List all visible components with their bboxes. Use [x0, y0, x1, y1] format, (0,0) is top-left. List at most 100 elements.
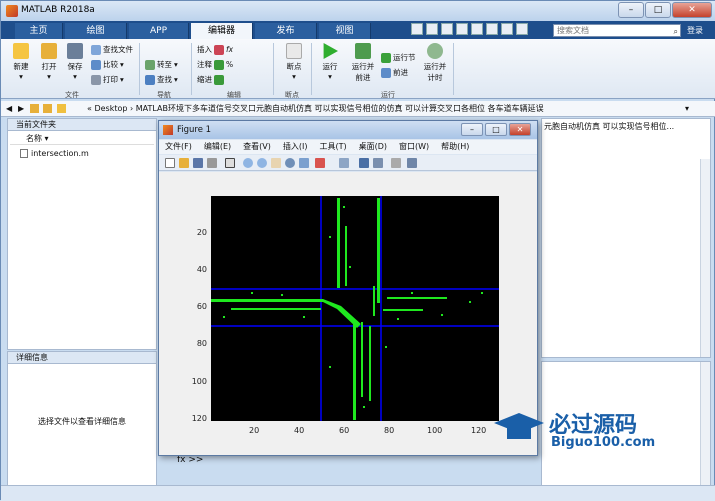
- rotate-3d-icon[interactable]: [285, 158, 295, 168]
- minimize-button[interactable]: –: [618, 2, 644, 18]
- file-group-label: 文件: [65, 91, 79, 99]
- insert-button[interactable]: 插入 fx: [197, 44, 233, 55]
- figure-maximize-button[interactable]: □: [485, 123, 507, 136]
- print-button[interactable]: 打印 ▾: [91, 74, 124, 85]
- menu-tools[interactable]: 工具(T): [313, 140, 352, 154]
- run-button[interactable]: 运行 ▾: [317, 43, 343, 81]
- browse-folder-icon[interactable]: [43, 104, 52, 113]
- data-cursor-icon[interactable]: [299, 158, 309, 168]
- file-item[interactable]: intersection.m: [20, 149, 89, 158]
- search-icon[interactable]: ⌕: [674, 26, 678, 37]
- run-advance-icon: [355, 43, 371, 59]
- x-tick-label: 20: [249, 426, 260, 435]
- find-button[interactable]: 查找 ▾: [145, 74, 178, 85]
- figure-close-button[interactable]: ✕: [509, 123, 531, 136]
- run-and-advance-button[interactable]: 运行并前进: [349, 43, 377, 83]
- editor-scrollbar[interactable]: [700, 159, 710, 357]
- current-path[interactable]: « Desktop › MATLAB环境下多车道信号交叉口元胞自动机仿真 可以实…: [87, 101, 544, 116]
- copy-icon[interactable]: [441, 23, 453, 35]
- compare-button[interactable]: 比较 ▾: [91, 59, 124, 70]
- current-folder-panel: 当前文件夹 名称 ▾ intersection.m: [7, 118, 157, 350]
- undo-icon[interactable]: [471, 23, 483, 35]
- watermark: 必过源码 Biguo100.com: [489, 405, 679, 455]
- tab-apps[interactable]: APP: [129, 23, 189, 39]
- y-tick-label: 40: [196, 265, 207, 274]
- x-tick-label: 80: [384, 426, 395, 435]
- menu-file[interactable]: 文件(F): [159, 140, 198, 154]
- colorbar-icon[interactable]: [359, 158, 369, 168]
- run-play-icon: [323, 43, 338, 59]
- new-icon: [13, 43, 29, 59]
- save-figure-icon[interactable]: [193, 158, 203, 168]
- help-icon[interactable]: [516, 23, 528, 35]
- run-and-time-button[interactable]: 运行并计时: [421, 43, 449, 83]
- close-button[interactable]: ✕: [672, 2, 712, 18]
- back-arrow-icon[interactable]: ◀: [6, 101, 12, 116]
- figure-menu-bar: 文件(F) 编辑(E) 查看(V) 插入(I) 工具(T) 桌面(D) 窗口(W…: [159, 140, 537, 154]
- x-tick-label: 60: [339, 426, 350, 435]
- figure-minimize-button[interactable]: –: [461, 123, 483, 136]
- run-section-button[interactable]: 运行节: [381, 52, 416, 63]
- tab-publish[interactable]: 发布: [255, 23, 317, 39]
- save-button[interactable]: 保存 ▾: [63, 43, 87, 81]
- x-tick-label: 100: [427, 426, 443, 435]
- sign-in-link[interactable]: 登录: [687, 25, 703, 36]
- edit-group-label: 编辑: [227, 91, 241, 99]
- menu-edit[interactable]: 编辑(E): [198, 140, 237, 154]
- find-files-button[interactable]: 查找文件: [91, 44, 133, 55]
- figure-toolbar: [159, 155, 537, 171]
- workspace-scrollbar[interactable]: [700, 362, 710, 490]
- command-prompt[interactable]: fx >>: [177, 455, 203, 465]
- save-icon[interactable]: [411, 23, 423, 35]
- redo-icon[interactable]: [486, 23, 498, 35]
- details-panel: 详细信息 选择文件以查看详细信息: [7, 351, 157, 497]
- path-dropdown-icon[interactable]: ▾: [685, 101, 689, 116]
- link-plot-icon[interactable]: [339, 158, 349, 168]
- up-folder-icon[interactable]: [30, 104, 39, 113]
- menu-desktop[interactable]: 桌面(D): [353, 140, 393, 154]
- menu-view[interactable]: 查看(V): [237, 140, 277, 154]
- brush-icon[interactable]: [315, 158, 325, 168]
- new-button[interactable]: 新建 ▾: [9, 43, 33, 81]
- goto-button[interactable]: 转至 ▾: [145, 59, 178, 70]
- zoom-in-icon[interactable]: [243, 158, 253, 168]
- show-plot-tools-icon[interactable]: [407, 158, 417, 168]
- y-tick-label: 20: [196, 228, 207, 237]
- indent-button[interactable]: 缩进: [197, 74, 224, 85]
- tab-editor[interactable]: 编辑器: [191, 23, 253, 39]
- cut-icon[interactable]: [426, 23, 438, 35]
- legend-icon[interactable]: [373, 158, 383, 168]
- zoom-out-icon[interactable]: [257, 158, 267, 168]
- m-file-icon: [20, 149, 28, 158]
- breakpoints-button[interactable]: 断点 ▾: [281, 43, 307, 81]
- switch-windows-icon[interactable]: [501, 23, 513, 35]
- tab-plots[interactable]: 绘图: [65, 23, 127, 39]
- address-bar: ◀ ▶ « Desktop › MATLAB环境下多车道信号交叉口元胞自动机仿真…: [1, 101, 715, 117]
- intersection-plot-axes[interactable]: [211, 196, 499, 421]
- breakpoints-group-label: 断点: [285, 91, 299, 99]
- open-file-icon[interactable]: [179, 158, 189, 168]
- forward-arrow-icon[interactable]: ▶: [18, 101, 24, 116]
- tab-home[interactable]: 主页: [15, 23, 63, 39]
- menu-window[interactable]: 窗口(W): [393, 140, 435, 154]
- maximize-button[interactable]: □: [645, 2, 671, 18]
- y-tick-label: 100: [191, 377, 207, 386]
- tab-view[interactable]: 视图: [319, 23, 371, 39]
- paste-icon[interactable]: [456, 23, 468, 35]
- new-figure-icon[interactable]: [165, 158, 175, 168]
- pan-hand-icon[interactable]: [271, 158, 281, 168]
- menu-insert[interactable]: 插入(I): [277, 140, 314, 154]
- pointer-icon[interactable]: [225, 158, 235, 168]
- goto-icon: [145, 59, 155, 70]
- search-docs-input[interactable]: 搜索文档 ⌕: [553, 24, 681, 37]
- comment-button[interactable]: 注释%: [197, 59, 233, 70]
- advance-button[interactable]: 前进: [381, 67, 408, 78]
- figure-canvas: 20 40 60 80 100 120 20 40 60 80 100 120: [159, 172, 537, 455]
- menu-help[interactable]: 帮助(H): [435, 140, 475, 154]
- name-column-header[interactable]: 名称 ▾: [10, 133, 154, 145]
- hide-plot-tools-icon[interactable]: [391, 158, 401, 168]
- open-button[interactable]: 打开 ▾: [37, 43, 61, 81]
- navigate-group-label: 导航: [157, 91, 171, 99]
- matlab-window: MATLAB R2018a – □ ✕ 主页 绘图 APP 编辑器 发布 视图 …: [0, 0, 715, 501]
- print-figure-icon[interactable]: [207, 158, 217, 168]
